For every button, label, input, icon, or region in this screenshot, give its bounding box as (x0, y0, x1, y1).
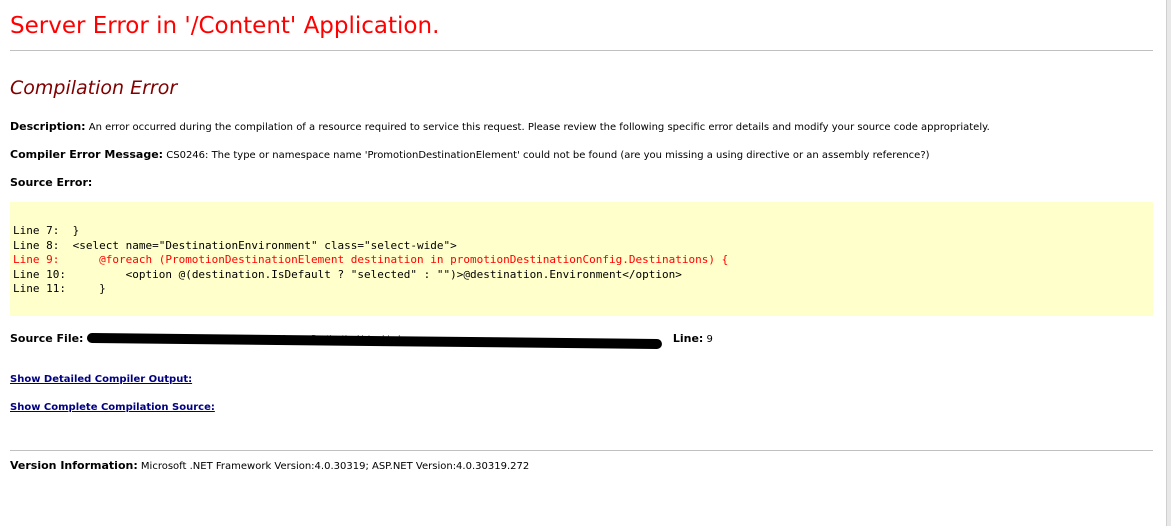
source-line-value: 9 (706, 334, 713, 345)
code-line-error: Line 9: @foreach (PromotionDestinationEl… (13, 253, 729, 267)
code-line: Line 8: <select name="DestinationEnviron… (13, 238, 457, 252)
page-title: Server Error in '/Content' Application. (10, 13, 440, 39)
version-label: Version Information: (10, 459, 138, 472)
description-label: Description: (10, 120, 86, 133)
redacted-file-path: C:\Development\...\Web\Views\Shared\_App… (86, 333, 662, 350)
compiler-error-label: Compiler Error Message: (10, 148, 164, 161)
version-text: Microsoft .NET Framework Version:4.0.303… (140, 461, 530, 472)
show-detailed-compiler-output-link[interactable]: Show Detailed Compiler Output: (10, 374, 192, 385)
compiler-error-text: CS0246: The type or namespace name 'Prom… (166, 150, 930, 161)
description-row: Description: An error occurred during th… (10, 120, 990, 133)
version-divider (10, 450, 1153, 451)
source-line-label: Line: (672, 332, 704, 345)
title-divider (10, 50, 1153, 51)
source-error-label: Source Error: (10, 176, 93, 189)
source-error-row: Source Error: (10, 176, 92, 189)
code-line: Line 11: } (13, 282, 106, 296)
source-code-box: Line 7: } Line 8: <select name="Destinat… (10, 202, 1153, 316)
code-line: Line 7: } (13, 224, 80, 237)
compiler-error-row: Compiler Error Message: CS0246: The type… (10, 148, 930, 161)
window-scrollbar-edge[interactable] (1166, 0, 1171, 526)
source-file-label: Source File: (10, 332, 84, 345)
version-row: Version Information: Microsoft .NET Fram… (10, 459, 529, 472)
description-text: An error occurred during the compilation… (88, 122, 990, 133)
show-complete-compilation-source-link[interactable]: Show Complete Compilation Source: (10, 402, 215, 413)
source-code: Line 7: } Line 8: <select name="Destinat… (13, 224, 728, 297)
error-heading: Compilation Error (10, 77, 178, 99)
source-file-row: Source File: C:\Development\...\Web\View… (10, 332, 713, 350)
error-page: Server Error in '/Content' Application. … (0, 0, 1171, 526)
code-line: Line 10: <option @(destination.IsDefault… (13, 267, 682, 281)
